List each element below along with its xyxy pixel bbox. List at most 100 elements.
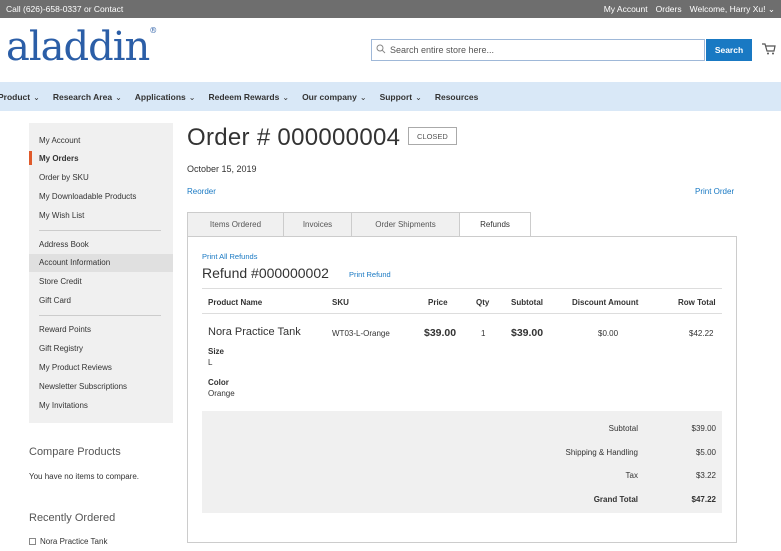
nav-item-product[interactable]: Product ⌄	[0, 92, 40, 102]
totals-value-subtotal: $39.00	[691, 424, 716, 433]
sidebar-item-my-orders[interactable]: My Orders	[39, 154, 79, 163]
sidebar-item-reward-points[interactable]: Reward Points	[39, 325, 91, 334]
sidebar-item-downloadable-products[interactable]: My Downloadable Products	[39, 192, 136, 201]
totals-label-shipping: Shipping & Handling	[565, 448, 639, 457]
phone-number: Call (626)-658-0337	[6, 4, 82, 14]
chevron-down-icon: ⌄	[282, 92, 290, 102]
column-header-discount-amount: Discount Amount	[572, 298, 639, 307]
my-account-link[interactable]: My Account	[604, 4, 648, 15]
welcome-menu[interactable]: Welcome, Harry Xu! ⌄	[690, 4, 775, 15]
chevron-down-icon: ⌄	[188, 92, 196, 102]
sidebar-item-address-book[interactable]: Address Book	[39, 240, 89, 249]
search-input[interactable]	[390, 45, 690, 55]
refunds-panel: Print All Refunds Refund #000000002 Prin…	[187, 236, 737, 543]
registered-mark-icon: ®	[149, 26, 157, 35]
nav-item-resources[interactable]: Resources	[435, 92, 478, 102]
column-header-product-name: Product Name	[208, 298, 263, 307]
print-order-link[interactable]: Print Order	[695, 187, 734, 196]
option-label-color: Color	[208, 378, 229, 387]
totals-value-grand-total: $47.22	[691, 495, 716, 504]
or-text: or	[83, 4, 92, 14]
nav-label: Redeem Rewards	[208, 91, 280, 102]
compare-products-title: Compare Products	[29, 446, 121, 458]
sidebar-item-gift-registry[interactable]: Gift Registry	[39, 344, 83, 353]
print-refund-link[interactable]: Print Refund	[349, 270, 391, 279]
top-bar-right: My Account Orders Welcome, Harry Xu! ⌄	[604, 4, 775, 15]
main-nav: Product ⌄ Research Area ⌄ Applications ⌄ Re…	[0, 82, 781, 111]
site-logo[interactable]: aladdin®	[6, 24, 157, 70]
product-qty: 1	[481, 329, 486, 338]
product-sku: WT03-L-Orange	[332, 329, 390, 338]
compare-products-empty-text: You have no items to compare.	[29, 472, 139, 481]
sidebar-item-gift-card[interactable]: Gift Card	[39, 296, 71, 305]
sidebar-item-product-reviews[interactable]: My Product Reviews	[39, 363, 112, 372]
column-header-price: Price	[428, 298, 448, 307]
recent-item-checkbox[interactable]	[29, 538, 36, 545]
nav-label: Research Area	[52, 91, 113, 102]
page-title: Order # 000000004	[187, 124, 401, 151]
nav-item-applications[interactable]: Applications ⌄	[135, 92, 196, 102]
sidebar-item-wish-list[interactable]: My Wish List	[39, 211, 84, 220]
totals-value-shipping: $5.00	[695, 448, 716, 457]
top-bar-left: Call (626)-658-0337 or Contact	[6, 4, 123, 14]
welcome-text: Welcome, Harry Xu!	[689, 4, 766, 14]
product-row-total: $42.22	[689, 329, 714, 338]
table-header: Product Name SKU Price Qty Subtotal Disc…	[202, 288, 722, 314]
active-item-marker	[29, 151, 32, 165]
product-name: Nora Practice Tank	[208, 326, 301, 338]
option-value-size: L	[208, 358, 213, 367]
nav-label: Product	[0, 91, 31, 102]
search-box	[371, 39, 705, 61]
print-all-refunds-link[interactable]: Print All Refunds	[202, 252, 257, 261]
nav-item-our-company[interactable]: Our company ⌄	[302, 92, 367, 102]
recent-item-label: Nora Practice Tank	[40, 537, 108, 546]
sidebar-divider	[39, 315, 161, 316]
sidebar-item-my-account[interactable]: My Account	[39, 136, 80, 145]
nav-label: Support	[379, 91, 413, 102]
tab-order-shipments[interactable]: Order Shipments	[351, 212, 459, 237]
chevron-down-icon: ⌄	[359, 92, 367, 102]
nav-label: Our company	[302, 91, 357, 102]
totals-label-tax: Tax	[625, 471, 638, 480]
column-header-subtotal: Subtotal	[511, 298, 543, 307]
sidebar-item-account-information[interactable]: Account Information	[39, 258, 110, 267]
nav-item-research-area[interactable]: Research Area ⌄	[53, 92, 122, 102]
totals-value-tax: $3.22	[695, 471, 716, 480]
tab-invoices[interactable]: Invoices	[283, 212, 351, 237]
top-bar: Call (626)-658-0337 or Contact My Accoun…	[0, 0, 781, 18]
account-sidebar: My Account My Orders Order by SKU My Dow…	[29, 123, 173, 423]
reorder-link[interactable]: Reorder	[187, 187, 216, 196]
product-discount: $0.00	[598, 329, 619, 338]
nav-label: Resources	[434, 91, 479, 102]
logo-text: aladdin	[6, 24, 150, 70]
option-label-size: Size	[208, 347, 225, 356]
product-price: $39.00	[424, 327, 457, 339]
chevron-down-icon: ⌄	[415, 92, 422, 102]
search-icon	[372, 44, 390, 57]
totals-block: Subtotal $39.00 Shipping & Handling $5.0…	[202, 411, 722, 513]
chevron-down-icon: ⌄	[767, 4, 775, 14]
nav-item-redeem-rewards[interactable]: Redeem Rewards ⌄	[208, 92, 289, 102]
tab-refunds[interactable]: Refunds	[459, 212, 531, 237]
option-value-color: Orange	[208, 389, 235, 398]
product-subtotal: $39.00	[511, 327, 544, 339]
recently-ordered-item[interactable]: Nora Practice Tank	[29, 537, 107, 546]
column-header-row-total: Row Total	[678, 298, 716, 307]
totals-label-subtotal: Subtotal	[608, 424, 638, 433]
cart-icon[interactable]	[762, 43, 776, 55]
contact-link[interactable]: Contact	[94, 4, 123, 14]
column-header-qty: Qty	[476, 298, 490, 307]
search-button[interactable]: Search	[706, 39, 752, 61]
chevron-down-icon: ⌄	[115, 92, 122, 102]
sidebar-item-order-by-sku[interactable]: Order by SKU	[39, 173, 89, 182]
sidebar-item-newsletter-subscriptions[interactable]: Newsletter Subscriptions	[39, 382, 127, 391]
column-header-sku: SKU	[332, 298, 349, 307]
orders-link[interactable]: Orders	[656, 4, 682, 15]
order-tabs: Items Ordered Invoices Order Shipments R…	[187, 212, 531, 237]
sidebar-item-store-credit[interactable]: Store Credit	[39, 277, 82, 286]
sidebar-item-my-invitations[interactable]: My Invitations	[39, 401, 88, 410]
tab-items-ordered[interactable]: Items Ordered	[187, 212, 283, 237]
nav-item-support[interactable]: Support ⌄	[380, 92, 422, 102]
sidebar-divider	[39, 230, 161, 231]
recently-ordered-title: Recently Ordered	[29, 512, 116, 524]
